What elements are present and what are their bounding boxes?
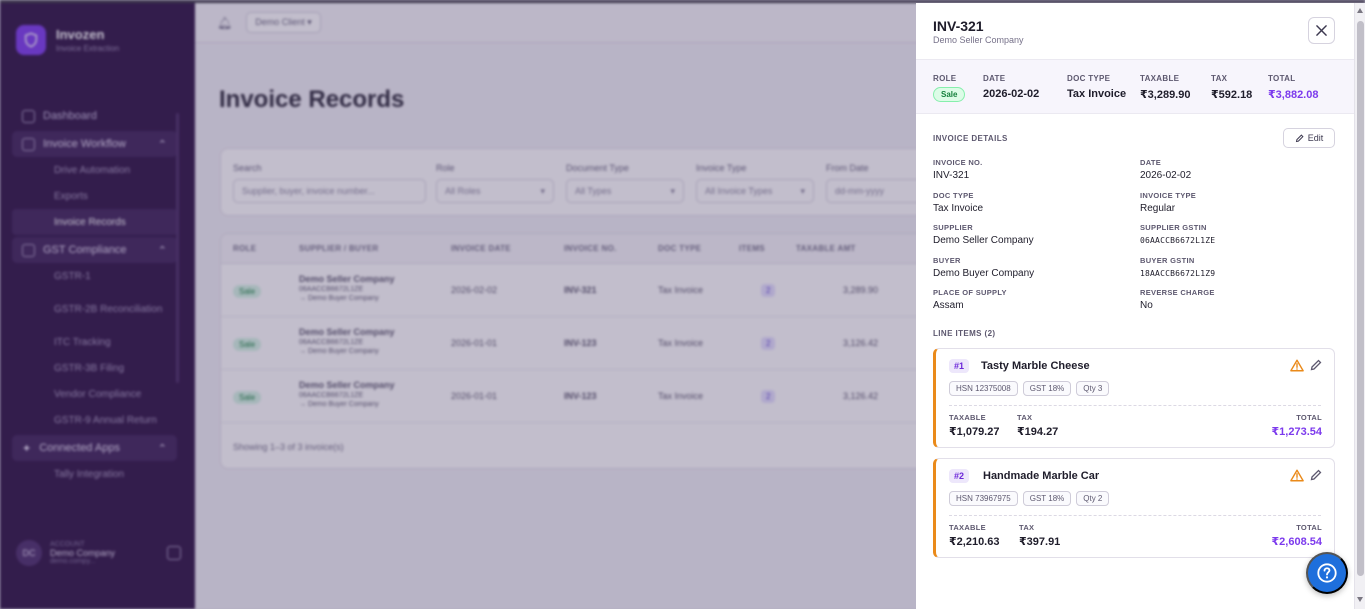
summary-doctype: DOC TYPE Tax Invoice (1067, 74, 1127, 100)
detail-invoice-no: INVOICE NO. INV-321 (933, 158, 983, 181)
detail-invoice-type: INVOICE TYPE Regular (1140, 191, 1197, 214)
divider (949, 515, 1321, 516)
invoice-detail-drawer: INV-321 Demo Seller Company ROLE Sale DA… (916, 3, 1354, 609)
line-items-heading: LINE ITEMS (2) (933, 329, 996, 338)
pencil-icon (1295, 133, 1304, 142)
pencil-icon[interactable] (1310, 469, 1322, 481)
pencil-icon[interactable] (1310, 359, 1322, 371)
line-item-number: #2 (949, 469, 970, 483)
line-item-chips: HSN 12375008 GST 18% Qty 3 (949, 381, 1110, 396)
edit-button[interactable]: Edit (1283, 128, 1335, 148)
line-item-total: TOTAL ₹1,273.54 (1271, 413, 1322, 438)
page-scrollbar[interactable] (1354, 3, 1365, 609)
drawer-subtitle: Demo Seller Company (933, 35, 1024, 45)
qty-chip: Qty 2 (1076, 491, 1110, 506)
drawer-header: INV-321 Demo Seller Company (916, 3, 1354, 60)
scroll-thumb[interactable] (1357, 21, 1364, 576)
help-button[interactable] (1306, 552, 1348, 594)
line-item-total: TOTAL ₹2,608.54 (1271, 523, 1322, 548)
line-item-tax: TAX ₹194.27 (1017, 413, 1059, 438)
gst-chip: GST 18% (1022, 381, 1072, 396)
detail-date: DATE 2026-02-02 (1140, 158, 1192, 181)
scroll-up-arrow-icon[interactable] (1357, 8, 1363, 13)
line-item-tax: TAX ₹397.91 (1019, 523, 1061, 548)
line-item-name: Tasty Marble Cheese (981, 360, 1090, 372)
gst-chip: GST 18% (1022, 491, 1072, 506)
scroll-down-arrow-icon[interactable] (1357, 597, 1363, 602)
line-item-chips: HSN 73967975 GST 18% Qty 2 (949, 491, 1110, 506)
drawer-title: INV-321 (933, 18, 984, 34)
qty-chip: Qty 3 (1076, 381, 1110, 396)
detail-supplier-gstin: SUPPLIER GSTIN 06AACCB6672L1ZE (1140, 223, 1216, 245)
detail-reverse-charge: REVERSE CHARGE No (1140, 288, 1215, 311)
detail-place-of-supply: PLACE OF SUPPLY Assam (933, 288, 1007, 311)
detail-buyer-gstin: BUYER GSTIN 18AACCB6672L1Z9 (1140, 256, 1216, 278)
invoice-details-heading: INVOICE DETAILS (933, 134, 1008, 143)
summary-date: DATE 2026-02-02 (983, 74, 1040, 100)
role-badge: Sale (933, 87, 966, 102)
summary-role: ROLE Sale (933, 74, 966, 102)
warning-icon[interactable] (1290, 469, 1304, 482)
hsn-chip: HSN 73967975 (949, 491, 1018, 506)
line-item-card: #1 Tasty Marble Cheese HSN 12375008 GST … (933, 348, 1335, 448)
detail-supplier: SUPPLIER Demo Seller Company (933, 223, 1034, 246)
detail-doc-type: DOC TYPE Tax Invoice (933, 191, 984, 214)
line-item-taxable: TAXABLE ₹2,210.63 (949, 523, 1000, 548)
detail-buyer: BUYER Demo Buyer Company (933, 256, 1035, 279)
line-item-card: #2 Handmade Marble Car HSN 73967975 GST … (933, 458, 1335, 558)
summary-taxable: TAXABLE ₹3,289.90 (1140, 74, 1191, 101)
close-button[interactable] (1308, 17, 1335, 44)
line-item-number: #1 (949, 359, 970, 373)
summary-total: TOTAL ₹3,882.08 (1268, 74, 1319, 101)
invoice-summary-bar: ROLE Sale DATE 2026-02-02 DOC TYPE Tax I… (916, 60, 1354, 114)
divider (949, 405, 1321, 406)
help-icon (1317, 563, 1337, 583)
line-item-name: Handmade Marble Car (983, 470, 1100, 482)
hsn-chip: HSN 12375008 (949, 381, 1018, 396)
summary-tax: TAX ₹592.18 (1211, 74, 1253, 101)
warning-icon[interactable] (1290, 359, 1304, 372)
close-icon (1316, 25, 1327, 36)
line-item-taxable: TAXABLE ₹1,079.27 (949, 413, 1000, 438)
